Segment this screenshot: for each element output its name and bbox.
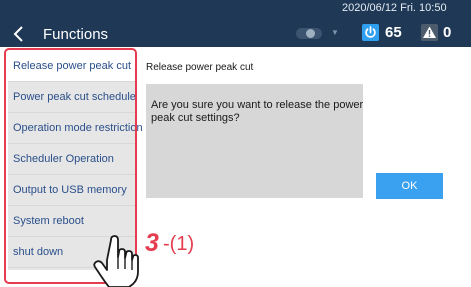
header-bar: Functions 2020/06/12 Fri. 10:50 ▼ 65 0 xyxy=(0,0,471,47)
step-sub-number: -(1) xyxy=(163,233,195,255)
step-number: 3 xyxy=(145,229,159,257)
power-count: 65 xyxy=(385,24,402,41)
page-title: Functions xyxy=(43,26,109,43)
toggle-icon[interactable] xyxy=(296,28,322,39)
hand-pointer-icon xyxy=(93,235,139,287)
ok-button[interactable]: OK xyxy=(376,173,443,199)
warning-count: 0 xyxy=(443,24,452,41)
chevron-down-icon[interactable]: ▼ xyxy=(331,28,339,38)
warning-icon xyxy=(421,24,438,41)
confirmation-message: Are you sure you want to release the pow… xyxy=(151,99,364,124)
panel-heading: Release power peak cut xyxy=(146,62,254,73)
chevron-left-icon[interactable] xyxy=(8,23,30,45)
toggle-knob xyxy=(306,29,315,38)
datetime-display: 2020/06/12 Fri. 10:50 xyxy=(342,2,447,14)
power-icon xyxy=(362,24,379,41)
